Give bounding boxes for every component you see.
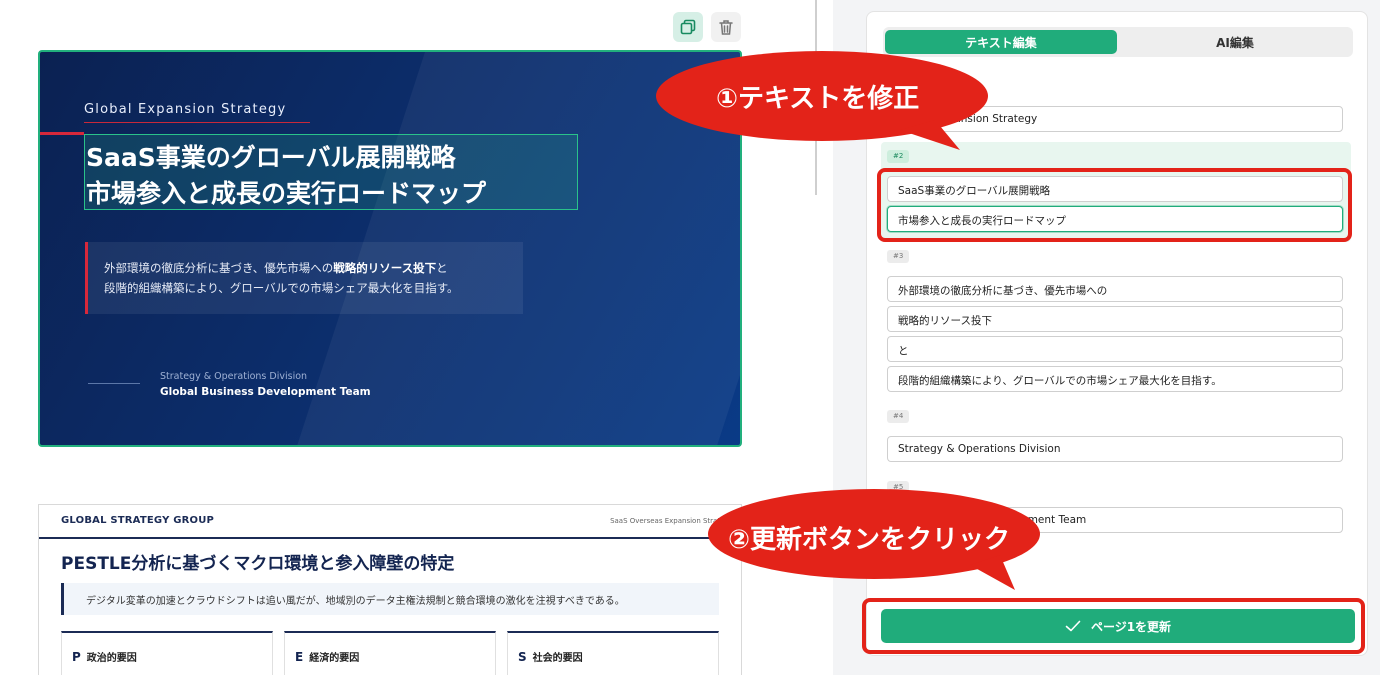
slide-title-line2: 市場参入と成長の実行ロードマップ: [86, 179, 487, 208]
pestle-card-s: S 社会的要因: [507, 631, 719, 675]
body-text: 外部環境の徹底分析に基づき、優先市場への: [104, 261, 334, 275]
section-badge-2: #2: [887, 150, 910, 163]
division-label: Strategy & Operations Division: [160, 371, 308, 382]
slide-body: 外部環境の徹底分析に基づき、優先市場への戦略的リソース投下と 段階的組織構築によ…: [85, 242, 523, 314]
slide-thumbnail-2[interactable]: GLOBAL STRATEGY GROUP SaaS Overseas Expa…: [38, 504, 742, 675]
text-field-1[interactable]: Global Expansion Strategy: [887, 106, 1343, 132]
duplicate-button[interactable]: [673, 12, 703, 42]
pestle-card-e: E 経済的要因: [284, 631, 496, 675]
slide2-title: PESTLE分析に基づくマクロ環境と参入障壁の特定: [61, 554, 455, 574]
slide2-note: デジタル変革の加速とクラウドシフトは追い風だが、地域別のデータ主権法規制と競合環…: [61, 583, 719, 615]
callout-text-2: ②更新ボタンをクリック: [728, 525, 1011, 555]
slide-thumbnail-1[interactable]: Global Expansion Strategy SaaS事業のグローバル展開…: [38, 50, 742, 447]
card-label: 政治的要因: [86, 653, 137, 664]
highlight-box-button: [862, 598, 1365, 654]
slide-body-line2: 段階的組織構築により、グローバルでの市場シェア最大化を目指す。: [104, 281, 459, 295]
text-field-3d[interactable]: 段階的組織構築により、グローバルでの市場シェア最大化を目指す。: [887, 366, 1343, 392]
tab-ai-edit[interactable]: AI編集: [1119, 30, 1351, 54]
body-text: と: [436, 261, 448, 275]
pestle-card-p: P 政治的要因: [61, 631, 273, 675]
section-badge-3: #3: [887, 250, 910, 263]
text-field-3c[interactable]: と: [887, 336, 1343, 362]
footer-line: [88, 383, 140, 384]
text-field-4[interactable]: Strategy & Operations Division: [887, 436, 1343, 462]
card-key: S: [518, 650, 527, 664]
highlight-box-fields: [877, 168, 1352, 242]
slide-subtitle: Global Expansion Strategy: [84, 102, 287, 117]
text-field-3b[interactable]: 戦略的リソース投下: [887, 306, 1343, 332]
card-key: E: [295, 650, 304, 664]
trash-icon: [719, 19, 733, 35]
slide-body-line1: 外部環境の徹底分析に基づき、優先市場への戦略的リソース投下と: [104, 258, 523, 278]
slide2-brand: GLOBAL STRATEGY GROUP: [61, 515, 215, 526]
section-badge-4: #4: [887, 410, 910, 423]
delete-button[interactable]: [711, 12, 741, 42]
editor-tabs: テキスト編集 AI編集: [883, 27, 1353, 57]
section-badge-5: #5: [887, 481, 910, 494]
card-label: 経済的要因: [309, 653, 360, 664]
subtitle-underline: [84, 122, 310, 123]
copy-icon: [680, 19, 696, 35]
card-key: P: [72, 650, 81, 664]
body-bold-text: 戦略的リソース投下: [333, 261, 437, 275]
header-rule: [39, 537, 741, 539]
slide-title-line1: SaaS事業のグローバル展開戦略: [86, 143, 456, 172]
accent-bar: [40, 132, 84, 135]
text-editor-panel: テキスト編集 AI編集 Global Expansion Strategy #2…: [866, 11, 1368, 656]
team-label: Global Business Development Team: [160, 386, 371, 398]
callout-text-1: ①テキストを修正: [716, 84, 920, 114]
text-field-3a[interactable]: 外部環境の徹底分析に基づき、優先市場への: [887, 276, 1343, 302]
slide2-header-right: SaaS Overseas Expansion Strategy: [610, 517, 733, 525]
card-label: 社会的要因: [532, 653, 583, 664]
tab-text-edit[interactable]: テキスト編集: [885, 30, 1117, 54]
